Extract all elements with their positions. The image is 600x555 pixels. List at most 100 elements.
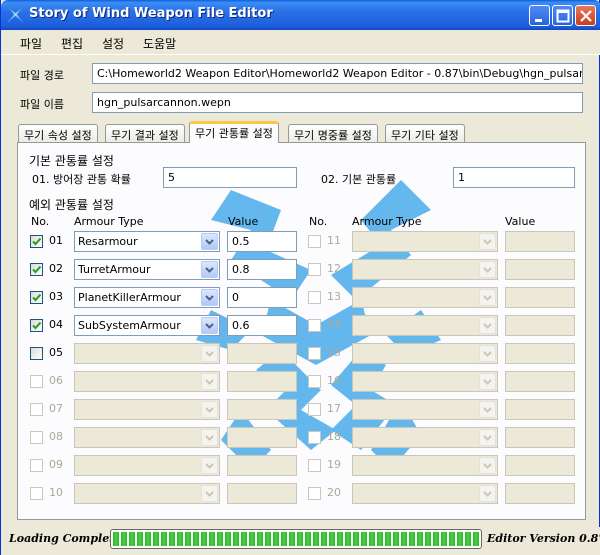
close-button[interactable] — [575, 5, 596, 26]
row-checkbox-19[interactable] — [308, 459, 321, 472]
armour-type-select-02[interactable]: TurretArmour — [74, 259, 220, 280]
checkmark-icon — [32, 237, 42, 246]
penetration-value-input-11[interactable] — [505, 231, 575, 252]
row-checkbox-20[interactable] — [308, 487, 321, 500]
tab-weapon-accuracy[interactable]: 무기 명중률 설정 — [288, 124, 378, 142]
armour-type-select-17[interactable] — [352, 399, 498, 420]
row-checkbox-04[interactable] — [30, 319, 43, 332]
row-checkbox-12[interactable] — [308, 263, 321, 276]
file-path-field[interactable]: C:\Homeworld2 Weapon Editor\Homeworld2 W… — [92, 63, 583, 84]
row-checkbox-14[interactable] — [308, 319, 321, 332]
maximize-button[interactable] — [552, 5, 573, 26]
armour-type-select-10[interactable] — [74, 483, 220, 504]
tab-weapon-properties[interactable]: 무기 속성 설정 — [18, 124, 98, 142]
dropdown-button[interactable] — [201, 289, 218, 306]
dropdown-button[interactable] — [479, 345, 496, 362]
row-checkbox-03[interactable] — [30, 291, 43, 304]
menu-file[interactable]: 파일 — [20, 35, 42, 52]
armour-type-select-15[interactable] — [352, 343, 498, 364]
dropdown-button[interactable] — [201, 317, 218, 334]
minimize-button[interactable] — [529, 5, 550, 26]
penetration-value-input-03[interactable]: 0 — [227, 287, 297, 308]
dropdown-button[interactable] — [201, 261, 218, 278]
dropdown-button[interactable] — [479, 457, 496, 474]
menu-settings[interactable]: 설정 — [102, 35, 124, 52]
dropdown-button[interactable] — [479, 317, 496, 334]
penetration-value-input-12[interactable] — [505, 259, 575, 280]
penetration-value-input-14[interactable] — [505, 315, 575, 336]
penetration-value-input-09[interactable] — [227, 455, 297, 476]
penetration-value-input-07[interactable] — [227, 399, 297, 420]
dropdown-button[interactable] — [479, 485, 496, 502]
menu-edit[interactable]: 편집 — [61, 35, 83, 52]
menu-help[interactable]: 도움말 — [143, 35, 176, 52]
penetration-value-input-20[interactable] — [505, 483, 575, 504]
armour-type-select-03[interactable]: PlanetKillerArmour — [74, 287, 220, 308]
row-checkbox-16[interactable] — [308, 375, 321, 388]
row-checkbox-02[interactable] — [30, 263, 43, 276]
row-checkbox-07[interactable] — [30, 403, 43, 416]
penetration-value-input-13[interactable] — [505, 287, 575, 308]
armour-type-select-12[interactable] — [352, 259, 498, 280]
penetration-value-input-15[interactable] — [505, 343, 575, 364]
armour-type-select-16[interactable] — [352, 371, 498, 392]
dropdown-button[interactable] — [479, 429, 496, 446]
dropdown-button[interactable] — [201, 233, 218, 250]
armour-type-select-19[interactable] — [352, 455, 498, 476]
checkmark-icon — [32, 321, 42, 330]
row-checkbox-01[interactable] — [30, 235, 43, 248]
penetration-value-input-04[interactable]: 0.6 — [227, 315, 297, 336]
dropdown-button[interactable] — [201, 345, 218, 362]
armour-type-select-14[interactable] — [352, 315, 498, 336]
armour-type-select-04[interactable]: SubSystemArmour — [74, 315, 220, 336]
penetration-value-input-05[interactable] — [227, 343, 297, 364]
armour-type-select-18[interactable] — [352, 427, 498, 448]
armour-type-select-20[interactable] — [352, 483, 498, 504]
tab-weapon-misc[interactable]: 무기 기타 설정 — [385, 124, 465, 142]
dropdown-button[interactable] — [479, 401, 496, 418]
title-bar[interactable]: Story of Wind Weapon File Editor — [1, 0, 600, 30]
penetration-value-input-19[interactable] — [505, 455, 575, 476]
armour-type-select-09[interactable] — [74, 455, 220, 476]
row-checkbox-05[interactable] — [30, 347, 43, 360]
row-checkbox-10[interactable] — [30, 487, 43, 500]
row-checkbox-15[interactable] — [308, 347, 321, 360]
row-checkbox-08[interactable] — [30, 431, 43, 444]
row-checkbox-17[interactable] — [308, 403, 321, 416]
penetration-value-input-08[interactable] — [227, 427, 297, 448]
armour-type-select-08[interactable] — [74, 427, 220, 448]
dropdown-button[interactable] — [479, 373, 496, 390]
base-penetration-input[interactable]: 1 — [453, 167, 575, 188]
tab-weapon-penetration[interactable]: 무기 관통률 설정 — [189, 121, 279, 143]
armour-type-select-13[interactable] — [352, 287, 498, 308]
dropdown-button[interactable] — [201, 485, 218, 502]
penetration-value-input-10[interactable] — [227, 483, 297, 504]
armour-type-select-01[interactable]: Resarmour — [74, 231, 220, 252]
penetration-value-input-18[interactable] — [505, 427, 575, 448]
penetration-value-input-16[interactable] — [505, 371, 575, 392]
row-checkbox-18[interactable] — [308, 431, 321, 444]
armour-type-select-06[interactable] — [74, 371, 220, 392]
tab-weapon-results[interactable]: 무기 결과 설정 — [105, 124, 185, 142]
chevron-down-icon — [205, 351, 214, 357]
armour-type-select-07[interactable] — [74, 399, 220, 420]
armour-type-select-05[interactable] — [74, 343, 220, 364]
dropdown-button[interactable] — [479, 233, 496, 250]
armor-penetration-input[interactable]: 5 — [163, 167, 297, 188]
dropdown-button[interactable] — [201, 457, 218, 474]
dropdown-button[interactable] — [201, 429, 218, 446]
penetration-value-input-17[interactable] — [505, 399, 575, 420]
row-checkbox-06[interactable] — [30, 375, 43, 388]
armour-type-select-11[interactable] — [352, 231, 498, 252]
dropdown-button[interactable] — [479, 289, 496, 306]
row-checkbox-11[interactable] — [308, 235, 321, 248]
penetration-value-input-06[interactable] — [227, 371, 297, 392]
dropdown-button[interactable] — [201, 373, 218, 390]
dropdown-button[interactable] — [479, 261, 496, 278]
row-checkbox-09[interactable] — [30, 459, 43, 472]
penetration-value-input-01[interactable]: 0.5 — [227, 231, 297, 252]
row-checkbox-13[interactable] — [308, 291, 321, 304]
file-name-field[interactable]: hgn_pulsarcannon.wepn — [92, 92, 583, 113]
dropdown-button[interactable] — [201, 401, 218, 418]
penetration-value-input-02[interactable]: 0.8 — [227, 259, 297, 280]
